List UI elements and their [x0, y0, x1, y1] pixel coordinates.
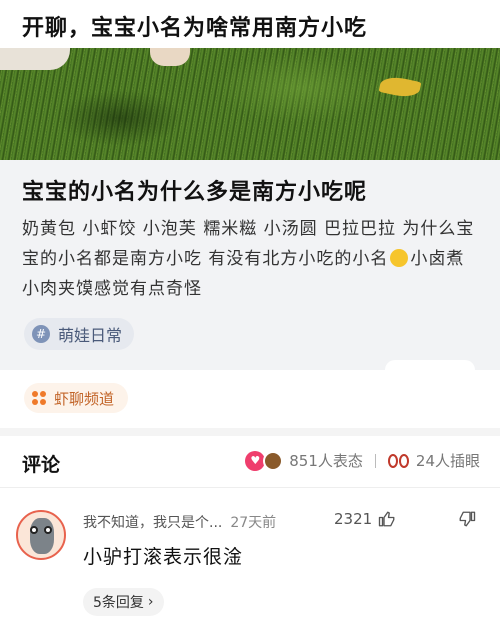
post-card[interactable]: 宝宝的小名为什么多是南方小吃呢 奶黄包 小虾饺 小泡芙 糯米糍 小汤圆 巴拉巴拉… — [0, 48, 500, 370]
card-peek-decoration — [385, 360, 475, 370]
post-title: 宝宝的小名为什么多是南方小吃呢 — [22, 180, 368, 205]
baby-foot-shape — [150, 48, 190, 66]
avatar[interactable] — [16, 510, 66, 560]
leaf-shape — [378, 74, 422, 100]
separator — [374, 453, 376, 468]
comment-meta: 我不知道，我只是个... 27天前 — [83, 512, 276, 532]
like-button[interactable]: 2321 — [334, 510, 396, 528]
post-body: 奶黄包 小虾饺 小泡芙 糯米糍 小汤圆 巴拉巴拉 为什么宝宝的小名都是南方小吃 … — [22, 214, 482, 304]
heart-icon: ♥ — [245, 450, 266, 471]
baby-leg-shape — [0, 48, 70, 70]
post-image[interactable] — [0, 48, 500, 160]
replies-button[interactable]: 5条回复 › — [83, 588, 164, 616]
dislike-button[interactable] — [458, 510, 476, 532]
chevron-right-icon: › — [147, 594, 154, 610]
section-divider — [0, 428, 500, 436]
laughing-emoji-icon — [390, 249, 409, 267]
illustrations-count: 24人插眼 — [415, 452, 480, 470]
topic-tag-label: 萌娃日常 — [58, 326, 123, 345]
comment-item: 我不知道，我只是个... 27天前 2321 小驴打滚表示很淦 5条回复 › — [0, 496, 500, 634]
comments-title: 评论 — [22, 454, 61, 476]
reactions-count: 851人表态 — [289, 452, 363, 470]
comment-user-text: 我不知道，我只是个... — [83, 515, 223, 531]
like-count: 2321 — [334, 510, 373, 528]
comments-header: 评论 ♥ 851人表态 24人插眼 — [0, 436, 500, 488]
reactions-summary[interactable]: ♥ 851人表态 24人插眼 — [245, 450, 480, 471]
channel-label: 虾聊频道 — [54, 389, 115, 408]
channel-tag[interactable]: 虾聊频道 — [24, 383, 129, 413]
comment-text: 小驴打滚表示很淦 — [83, 546, 244, 568]
thumbs-down-icon — [459, 511, 476, 527]
replies-label: 5条回复 — [93, 595, 144, 611]
topic-tag[interactable]: # 萌娃日常 — [24, 318, 135, 350]
comment-time: 27天前 — [230, 515, 277, 531]
page-title: 开聊，宝宝小名为啥常用南方小吃 — [22, 16, 368, 41]
poop-icon — [263, 450, 284, 471]
eyes-icon — [387, 453, 410, 468]
dots-icon — [32, 391, 46, 405]
hashtag-icon: # — [32, 325, 50, 343]
thumbs-up-icon — [379, 511, 395, 527]
